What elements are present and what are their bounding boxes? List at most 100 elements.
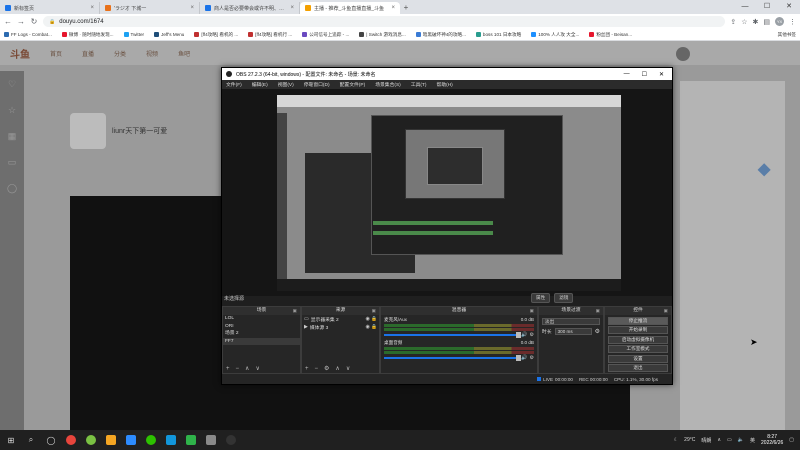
source-item[interactable]: ▭ 显示器采集 2 ◉ 🔒 — [302, 315, 379, 323]
browser-tab[interactable]: 商人是否必要带会或许不明、通过 × — [200, 2, 300, 14]
volume-slider[interactable] — [384, 355, 522, 361]
obs-taskbar-icon[interactable] — [226, 435, 236, 445]
visibility-eye-icon[interactable]: ◉ 🔒 — [366, 325, 380, 330]
notifications-icon[interactable]: ▢ — [789, 437, 794, 443]
bookmark-star-icon[interactable]: ☆ — [741, 18, 747, 26]
app-icon[interactable] — [126, 435, 136, 445]
move-up-icon[interactable]: ∧ — [335, 365, 339, 372]
profile-avatar[interactable]: YX — [775, 17, 784, 26]
network-icon[interactable]: ▭ — [727, 437, 732, 443]
tray-arrow-icon[interactable]: ∧ — [717, 437, 721, 443]
transition-type-select[interactable]: 淡出 — [542, 318, 600, 325]
gear-icon[interactable]: ⚙ — [530, 355, 534, 361]
minimize-button[interactable]: — — [734, 0, 756, 14]
obs-menu-item[interactable]: 场景集合(S) — [375, 81, 401, 88]
bookmark-item[interactable]: [ff4攻略] 看机行 ... — [248, 32, 292, 38]
input-language[interactable]: 英 — [750, 437, 755, 444]
new-tab-button[interactable]: + — [400, 2, 412, 14]
other-bookmarks[interactable]: 其他书签 — [778, 32, 796, 38]
dock-float-icon[interactable]: ▣ — [372, 307, 376, 315]
bookmark-item[interactable]: boss 101 日本攻略 — [475, 32, 521, 38]
scene-item[interactable]: LOL — [223, 315, 300, 323]
control-button[interactable]: 停止推流 — [608, 316, 668, 325]
menu-dots-icon[interactable]: ⋮ — [789, 18, 796, 26]
dock-float-icon[interactable]: ▣ — [664, 307, 668, 315]
close-button[interactable]: ✕ — [778, 0, 800, 14]
windows-start-icon[interactable]: ⊞ — [6, 435, 16, 445]
douyu-nav-category[interactable]: 分类 — [114, 49, 126, 58]
browser-tab[interactable]: 'ラジオ 下城一 × — [100, 2, 200, 14]
bookmark-item[interactable]: FF Logs - Combat... — [4, 32, 52, 37]
douyu-logo[interactable]: 斗鱼 — [10, 46, 30, 61]
tab-close-icon[interactable]: × — [190, 5, 194, 11]
bookmark-item[interactable]: 100% 人人攻 大全... — [531, 32, 579, 38]
weather-temp[interactable]: 29°C — [684, 437, 695, 443]
dock-float-icon[interactable]: ▣ — [596, 307, 600, 315]
tab-close-icon[interactable]: × — [290, 5, 294, 11]
bookmark-item[interactable]: Jeff's Menu — [154, 32, 184, 37]
wechat-icon[interactable] — [146, 435, 156, 445]
search-icon[interactable]: ⌕ — [26, 435, 36, 445]
obs-menu-item[interactable]: 编辑(E) — [252, 81, 268, 88]
reading-list-icon[interactable]: ▤ — [763, 18, 770, 26]
browser-tab[interactable]: 新标签页 × — [0, 2, 100, 14]
speaker-icon[interactable]: 🔊 — [521, 355, 527, 361]
tab-close-icon[interactable]: × — [90, 5, 94, 11]
bookmark-item[interactable]: 粉丝团 - Beisan... — [589, 32, 632, 38]
heart-icon[interactable]: ♡ — [0, 71, 24, 97]
obs-menu-item[interactable]: 停靠窗口(D) — [304, 81, 330, 88]
obs-menu-item[interactable]: 文件(F) — [226, 81, 242, 88]
dock-float-icon[interactable]: ▣ — [530, 307, 534, 315]
remove-icon[interactable]: − — [236, 366, 240, 372]
gear-icon[interactable]: ⚙ — [595, 328, 600, 335]
move-up-icon[interactable]: ∧ — [245, 365, 249, 372]
move-down-icon[interactable]: ∨ — [255, 365, 259, 372]
obs-menu-item[interactable]: 工具(T) — [411, 81, 427, 88]
douyu-nav-fishbar[interactable]: 鱼吧 — [178, 49, 190, 58]
gear-icon[interactable]: ⚙ — [324, 365, 329, 372]
gear-icon[interactable]: ⚙ — [530, 332, 534, 338]
properties-button[interactable]: 属性 — [531, 293, 551, 303]
add-icon[interactable]: + — [226, 366, 230, 372]
speaker-icon[interactable]: 🔊 — [521, 332, 527, 338]
obs-minimize-button[interactable]: — — [624, 71, 630, 78]
control-button[interactable]: 启动虚拟摄像机 — [608, 335, 668, 344]
obs-menu-item[interactable]: 配置文件(P) — [340, 81, 366, 88]
slider-handle[interactable] — [516, 355, 522, 361]
app-icon[interactable] — [106, 435, 116, 445]
scene-item[interactable]: ORI — [223, 323, 300, 331]
obs-maximize-button[interactable]: ☐ — [642, 71, 647, 78]
back-arrow-icon[interactable]: ← — [4, 17, 12, 26]
chat-icon[interactable]: ▭ — [0, 149, 24, 175]
user-icon[interactable]: ◯ — [0, 175, 24, 201]
star-icon[interactable]: ☆ — [0, 97, 24, 123]
tab-close-icon[interactable]: × — [391, 5, 395, 11]
scene-item[interactable]: FF7 — [223, 337, 300, 345]
obs-close-button[interactable]: ✕ — [659, 71, 664, 78]
source-item[interactable]: ▶ 媒体源 3 ◉ 🔒 — [302, 323, 379, 331]
reload-icon[interactable]: ↻ — [30, 17, 38, 26]
share-icon[interactable]: ⇪ — [730, 18, 736, 26]
chrome-icon[interactable] — [66, 435, 76, 445]
bookmark-item[interactable]: [ff4攻略] 看机的 ... — [194, 32, 238, 38]
obs-preview[interactable] — [222, 89, 672, 296]
douyu-nav-home[interactable]: 首页 — [50, 49, 62, 58]
control-button[interactable]: 退出 — [608, 364, 668, 372]
app-icon[interactable] — [86, 435, 96, 445]
control-button[interactable]: 设置 — [608, 354, 668, 363]
add-icon[interactable]: + — [305, 366, 309, 372]
task-view-icon[interactable]: ◯ — [46, 435, 56, 445]
app-icon[interactable] — [186, 435, 196, 445]
douyu-user-avatar[interactable] — [676, 47, 690, 61]
bookmark-item[interactable]: Twitter — [123, 32, 144, 37]
slider-handle[interactable] — [516, 332, 522, 338]
address-bar[interactable]: 🔒 douyu.com/1674 — [43, 16, 726, 27]
duration-input[interactable]: 300 ms — [554, 328, 592, 335]
dock-float-icon[interactable]: ▣ — [293, 307, 297, 315]
forward-arrow-icon[interactable]: → — [17, 17, 25, 26]
volume-slider[interactable] — [384, 332, 522, 338]
browser-tab-active[interactable]: 主播 - 推荐_斗鱼直播直播_斗鱼 × — [300, 2, 400, 14]
obs-menu-item[interactable]: 视图(V) — [278, 81, 294, 88]
bookmark-item[interactable]: 公司信号上追踪 - ... — [302, 32, 349, 38]
control-button[interactable]: 开始录制 — [608, 326, 668, 334]
